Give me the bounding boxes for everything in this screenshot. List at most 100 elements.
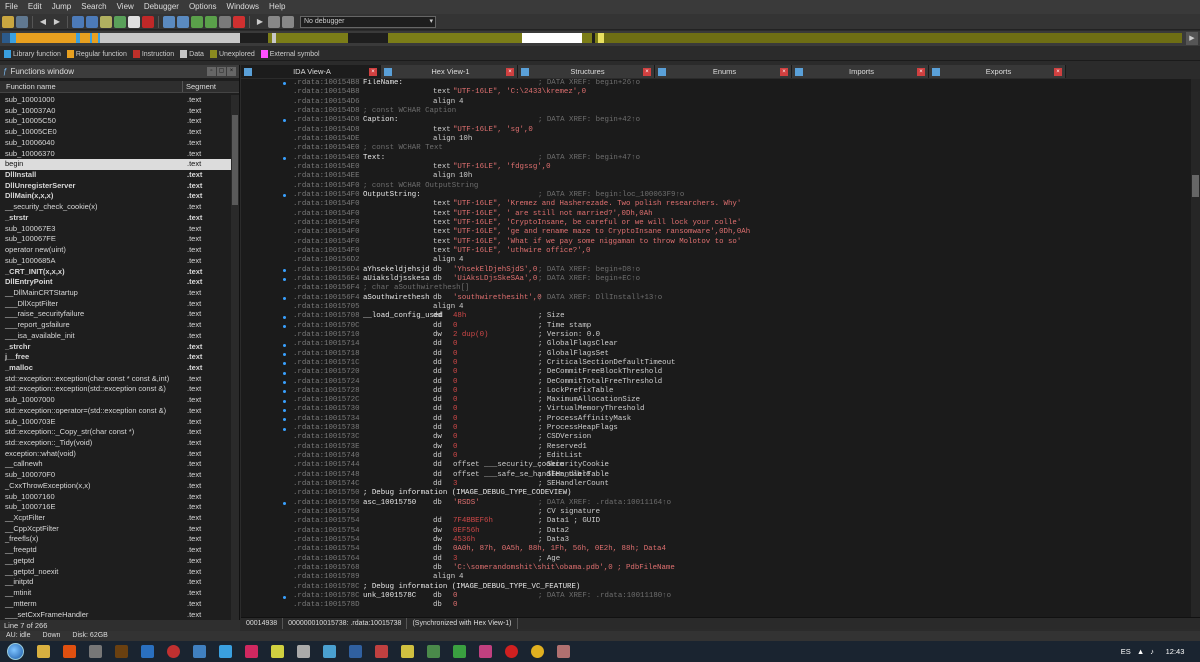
pause-icon[interactable] [268,15,280,28]
code-line[interactable]: .rdata:1001572C dd 0 ; MaximumAllocationSiz… [293,396,1191,405]
tab-enums[interactable]: Enums × [655,65,792,78]
taskbar-app-x64[interactable] [344,642,366,661]
menu-edit[interactable]: Edit [23,0,47,14]
forward-icon[interactable]: ▶ [51,16,63,28]
code-line[interactable]: .rdata:100154D8 Caption: ; DATA XREF: begi… [293,116,1191,125]
function-row[interactable]: std::exception::exception(char const * c… [0,374,232,385]
close-icon[interactable]: × [227,67,236,76]
code-line[interactable]: .rdata:10015750 asc_10015750 db 'RSDS' ; DAT… [293,499,1191,508]
menu-jump[interactable]: Jump [47,0,77,14]
code-line[interactable]: .rdata:100154F0 OutputString: ; DATA XREF:… [293,191,1191,200]
scrollbar-thumb[interactable] [1192,175,1199,197]
restore-icon[interactable]: ▫ [207,67,216,76]
code-label[interactable]: __load_config_used [363,312,443,321]
code-line[interactable]: .rdata:1001573C dw 0 ; CSDVersion [293,433,1191,442]
function-row[interactable]: std::exception::operator=(std::exception… [0,406,232,417]
tab-close-icon[interactable]: × [780,67,788,76]
binary-icon[interactable] [72,15,84,28]
function-row[interactable]: ___isa_available_init .text [0,331,232,342]
function-row[interactable]: __XcptFilter .text [0,513,232,524]
function-row[interactable]: _malloc .text [0,363,232,374]
taskbar-app-chrome[interactable] [526,642,548,661]
taskbar-app-network2[interactable] [318,642,340,661]
function-row[interactable]: __security_check_cookie(x) .text [0,202,232,213]
code-line[interactable]: .rdata:100154F0 text "UTF-16LE", 'ge and r… [293,228,1191,237]
function-row[interactable]: sub_10005CE0 .text [0,127,232,138]
tab-close-icon[interactable]: × [917,67,925,76]
volume-icon[interactable]: ♪ [1150,647,1154,656]
taskbar-app-debugger[interactable] [266,642,288,661]
taskbar-app-pe2[interactable] [448,642,470,661]
function-row[interactable]: ___DllXcptFilter .text [0,299,232,310]
code-line[interactable]: .rdata:100154E0; const WCHAR Text [293,144,1191,153]
code-line[interactable]: .rdata:100154E0 Text: ; DATA XREF: begin+4… [293,154,1191,163]
debugger-select[interactable]: No debugger ▾ [300,15,436,28]
graph-icon[interactable] [163,15,175,28]
function-row[interactable]: __CppXcptFilter .text [0,524,232,535]
code-line[interactable]: .rdata:100154F0 text "UTF-16LE", ' are sti… [293,210,1191,219]
code-line[interactable]: .rdata:1001578D db 0 [293,601,1191,610]
function-row[interactable]: sub_100070F0 .text [0,470,232,481]
tab-imports[interactable]: Imports × [792,65,929,78]
functions-icon[interactable] [177,15,189,28]
tab-close-icon[interactable]: × [643,67,651,76]
taskbar-app-rh[interactable] [110,642,132,661]
function-row[interactable]: __mtinit .text [0,588,232,599]
code-line[interactable]: .rdata:10015764 dd 3 ; Age [293,555,1191,564]
tab-close-icon[interactable]: × [506,67,514,76]
taskbar-app-network[interactable] [214,642,236,661]
menu-file[interactable]: File [0,0,23,14]
code-line[interactable]: .rdata:10015710 dw 2 dup(0) ; Version: 0.0 [293,331,1191,340]
code-line[interactable]: .rdata:10015744 dd offset ___security_cook… [293,461,1191,470]
code-label[interactable]: unk_1001578C [363,592,416,601]
code-line[interactable]: .rdata:100154F0 text "UTF-16LE", 'uthwire … [293,247,1191,256]
tab-close-icon[interactable]: × [1054,67,1062,76]
taskbar-app-monitor[interactable] [188,642,210,661]
code-line[interactable]: .rdata:10015754 dd 7F4BBEF6h ; Data1 ; GUID [293,517,1191,526]
function-row[interactable]: sub_100067FE .text [0,234,232,245]
function-row[interactable]: sub_1000685A .text [0,256,232,267]
code-line[interactable]: .rdata:1001578C unk_1001578C db 0 ; DATA XRE… [293,592,1191,601]
navigation-strip[interactable] [2,33,1182,43]
code-line[interactable]: .rdata:100154B8 text "UTF-16LE", 'C:\2433\… [293,88,1191,97]
code-icon[interactable] [114,15,126,28]
back-icon[interactable]: ◀ [37,16,49,28]
code-line[interactable]: .rdata:10015728 dd 0 ; LockPrefixTable [293,387,1191,396]
code-line[interactable]: .rdata:10015708 __load_config_used dd 48h ; … [293,312,1191,321]
taskbar-app-clock[interactable] [162,642,184,661]
code-line[interactable]: .rdata:100156F4 aSouthwirethesh db 'southwi… [293,294,1191,303]
code-line[interactable]: .rdata:1001574C dd 3 ; SEHandlerCount [293,480,1191,489]
function-row[interactable]: sub_10005C50 .text [0,116,232,127]
code-line[interactable]: .rdata:100154EE align 10h [293,172,1191,181]
code-line[interactable]: .rdata:1001573E dw 0 ; Reserved1 [293,443,1191,452]
close-x-icon[interactable] [233,15,245,28]
menu-debugger[interactable]: Debugger [139,0,184,14]
code-line[interactable]: .rdata:10015740 dd 0 ; EditList [293,452,1191,461]
undefine-icon[interactable] [128,15,140,28]
code-line[interactable]: .rdata:10015720 dd 0 ; DeCommitFreeBlockThr… [293,368,1191,377]
code-line[interactable]: .rdata:10015754 dw 4536h ; Data3 [293,536,1191,545]
code-line[interactable]: .rdata:10015718 dd 0 ; GlobalFlagsSet [293,350,1191,359]
code-line[interactable]: .rdata:10015754 dw 0EF56h ; Data2 [293,527,1191,536]
function-row[interactable]: sub_10001000 .text [0,95,232,106]
ida-view-disassembly[interactable]: .rdata:100154B8 FileName: ; DATA XREF: beg… [241,79,1191,617]
taskbar-app-player[interactable] [474,642,496,661]
function-row[interactable]: sub_1000716E .text [0,502,232,513]
function-row[interactable]: _strstr .text [0,213,232,224]
float-icon[interactable]: ▢ [217,67,226,76]
network-tray-icon[interactable]: ▲ [1137,647,1144,656]
function-row[interactable]: DllMain(x,x,x) .text [0,191,232,202]
code-line[interactable]: .rdata:100154D6 align 4 [293,98,1191,107]
function-row[interactable]: sub_10007160 .text [0,492,232,503]
function-row[interactable]: __getptd .text [0,556,232,567]
navigation-band[interactable]: ▶ [0,31,1200,46]
alignment-icon[interactable] [142,15,154,28]
taskbar-app-j[interactable] [396,642,418,661]
function-row[interactable]: DllInstall .text [0,170,232,181]
taskbar-app-opera[interactable] [500,642,522,661]
code-line[interactable]: .rdata:100154F0 text "UTF-16LE", 'Kremez a… [293,200,1191,209]
code-line[interactable]: .rdata:10015730 dd 0 ; VirtualMemoryThresho… [293,405,1191,414]
code-line[interactable]: .rdata:100156F4; char aSouthwirethesh[] [293,284,1191,293]
taskbar-app-tree[interactable] [422,642,444,661]
nav-scroll-button[interactable]: ▶ [1186,32,1198,45]
